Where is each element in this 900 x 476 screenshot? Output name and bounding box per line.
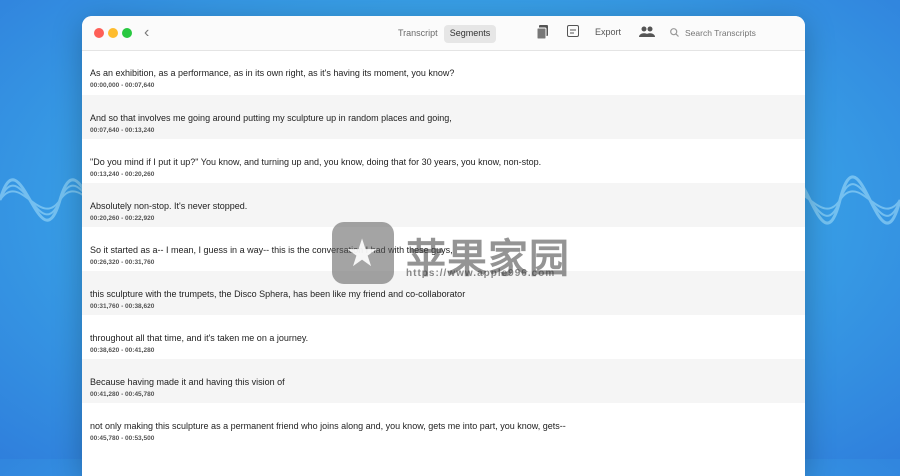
segment-text: not only making this sculpture as a perm… xyxy=(90,421,566,431)
search-field[interactable] xyxy=(670,24,798,42)
search-input[interactable] xyxy=(683,27,797,39)
copy-document-icon[interactable] xyxy=(536,25,549,42)
segment-row[interactable]: Because having made it and having this v… xyxy=(82,359,805,403)
minimize-window-button[interactable] xyxy=(108,28,118,38)
segment-timestamp: 00:20,260 - 00:22,920 xyxy=(90,215,155,222)
search-icon xyxy=(670,27,679,39)
segment-list: As an exhibition, as a performance, as i… xyxy=(82,51,805,447)
close-window-button[interactable] xyxy=(94,28,104,38)
view-segmented-control: Transcript Segments xyxy=(392,25,497,43)
tab-segments[interactable]: Segments xyxy=(443,25,497,43)
segment-text: "Do you mind if I put it up?" You know, … xyxy=(90,157,542,167)
segment-timestamp: 00:13,240 - 00:20,260 xyxy=(90,171,155,178)
zoom-window-button[interactable] xyxy=(122,28,132,38)
segment-timestamp: 00:07,640 - 00:13,240 xyxy=(90,127,155,134)
segment-timestamp: 00:31,760 - 00:38,620 xyxy=(90,303,155,310)
segment-text: As an exhibition, as a performance, as i… xyxy=(90,68,455,78)
subtitles-icon[interactable] xyxy=(567,25,579,40)
segment-text: this sculpture with the trumpets, the Di… xyxy=(90,289,466,299)
segment-row[interactable]: So it started as a-- I mean, I guess in … xyxy=(82,227,805,271)
segment-text: And so that involves me going around put… xyxy=(90,113,452,123)
segment-row[interactable]: "Do you mind if I put it up?" You know, … xyxy=(82,139,805,183)
segment-row[interactable]: As an exhibition, as a performance, as i… xyxy=(82,51,805,95)
segment-text: So it started as a-- I mean, I guess in … xyxy=(90,245,453,255)
segment-row[interactable]: Absolutely non-stop. It's never stopped.… xyxy=(82,183,805,227)
tab-transcript[interactable]: Transcript xyxy=(392,25,444,43)
speakers-icon[interactable] xyxy=(639,26,655,40)
segment-row[interactable]: this sculpture with the trumpets, the Di… xyxy=(82,271,805,315)
export-button[interactable]: Export xyxy=(595,27,621,37)
chevron-left-icon[interactable]: ‹ xyxy=(144,24,149,42)
segment-timestamp: 00:45,780 - 00:53,500 xyxy=(90,435,155,442)
title-bar: ‹ Transcript Segments Export xyxy=(82,16,805,51)
app-window: ‹ Transcript Segments Export As an exhib… xyxy=(82,16,805,476)
segment-text: throughout all that time, and it's taken… xyxy=(90,333,309,343)
segment-text: Because having made it and having this v… xyxy=(90,377,285,387)
segment-row[interactable]: throughout all that time, and it's taken… xyxy=(82,315,805,359)
segment-timestamp: 00:26,320 - 00:31,760 xyxy=(90,259,155,266)
segment-timestamp: 00:41,280 - 00:45,780 xyxy=(90,391,155,398)
segment-row[interactable]: And so that involves me going around put… xyxy=(82,95,805,139)
segment-text: Absolutely non-stop. It's never stopped. xyxy=(90,201,248,211)
segment-timestamp: 00:00,000 - 00:07,640 xyxy=(90,82,155,89)
segment-row[interactable]: not only making this sculpture as a perm… xyxy=(82,403,805,447)
segment-timestamp: 00:38,620 - 00:41,280 xyxy=(90,347,155,354)
